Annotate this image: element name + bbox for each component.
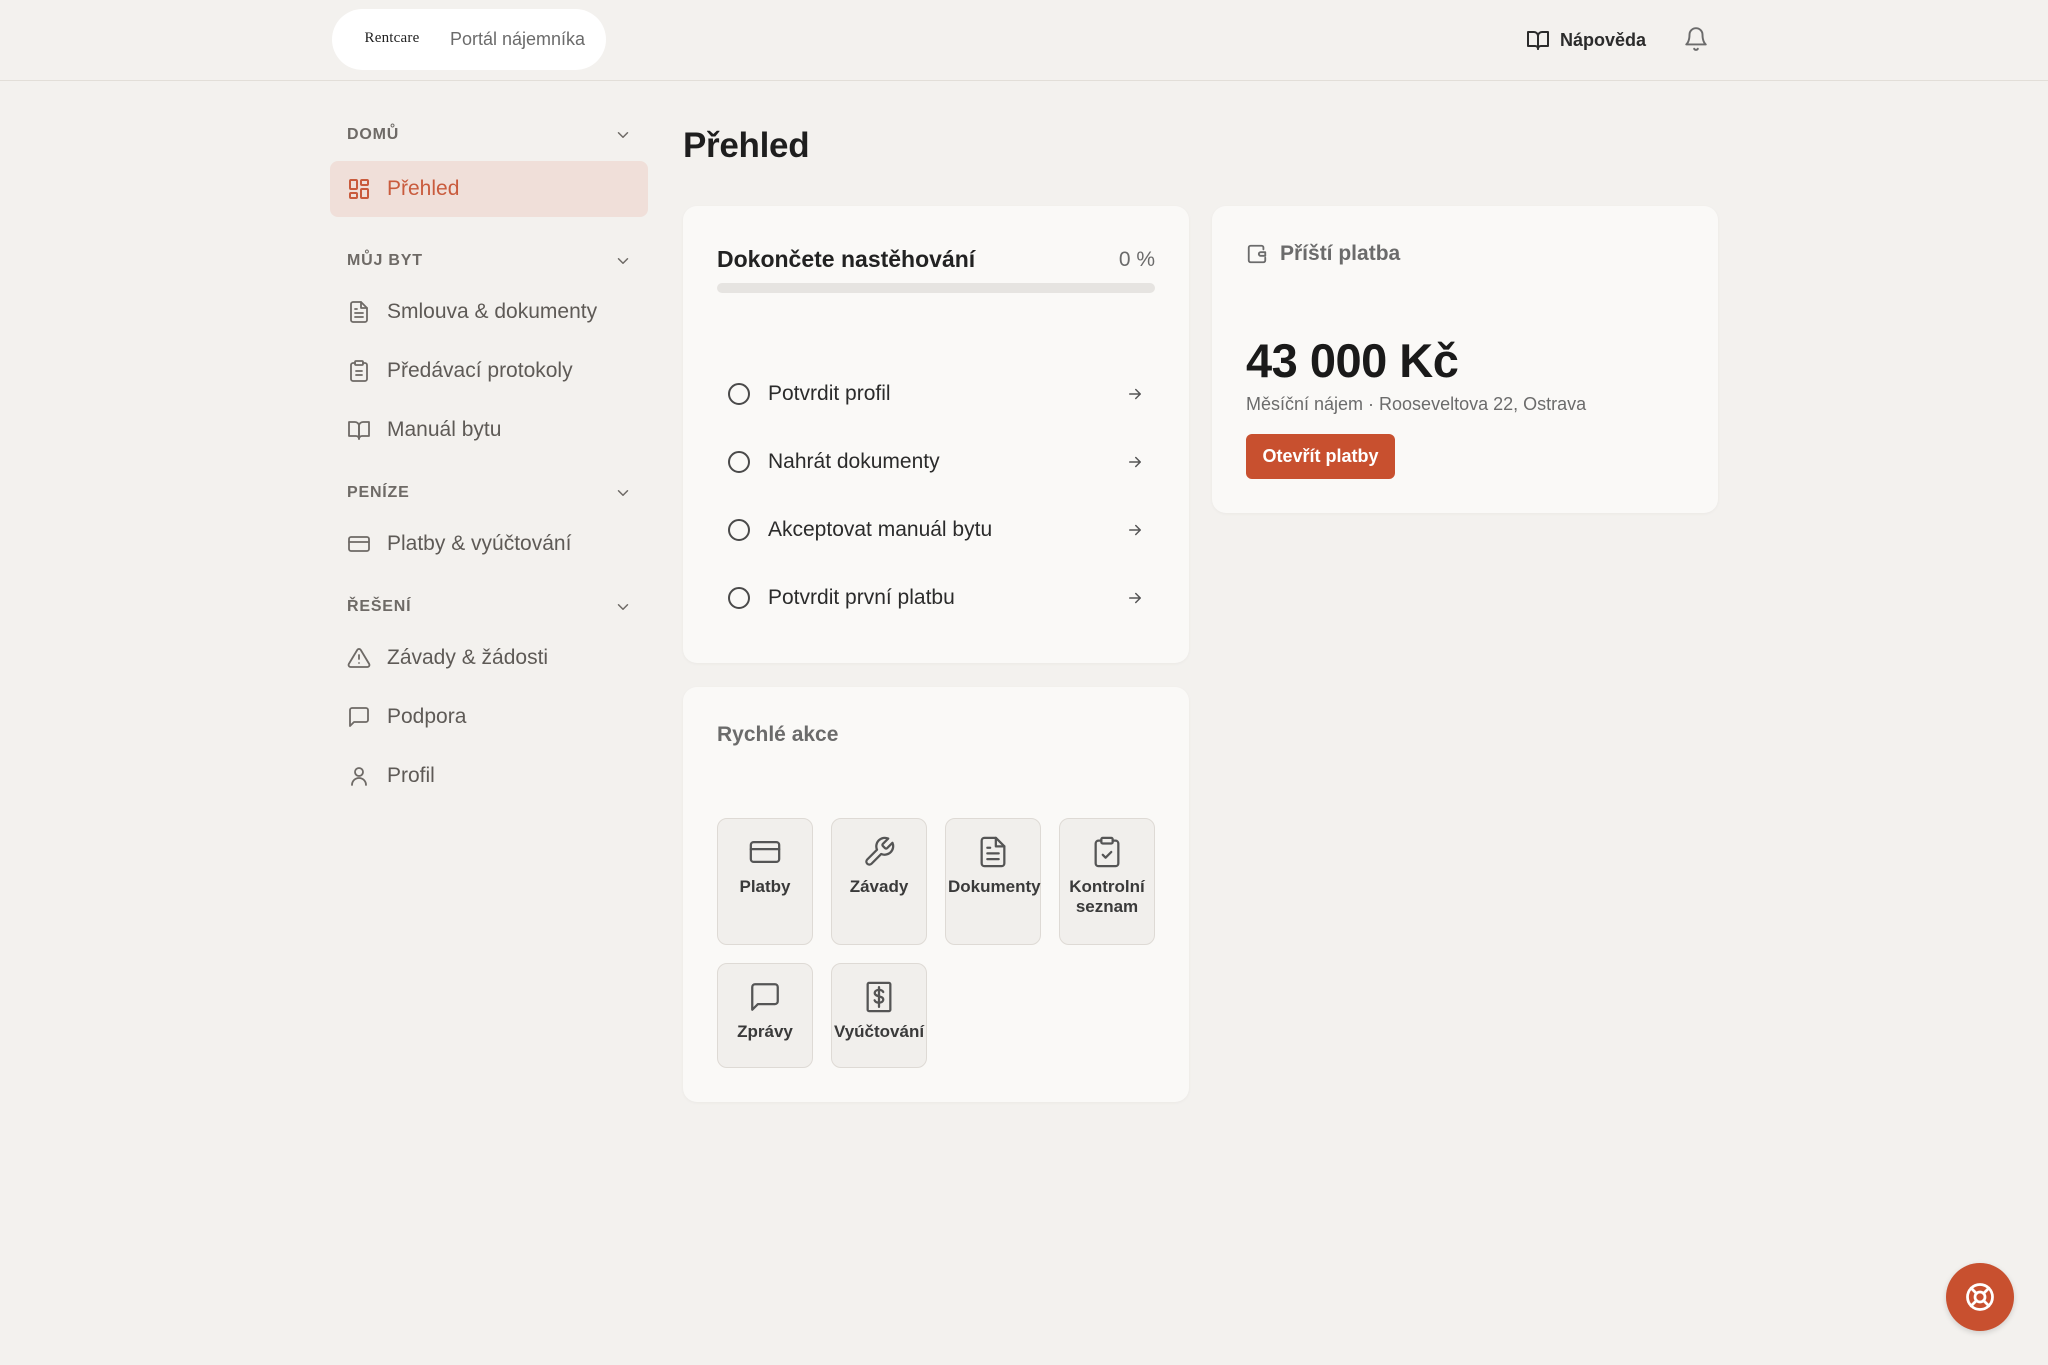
- payment-amount: 43 000 Kč: [1246, 334, 1459, 387]
- sidebar-item-predavaci-protokoly[interactable]: Předávací protokoly: [330, 343, 648, 399]
- clipboard-check-icon: [1090, 835, 1124, 869]
- quick-actions-title: Rychlé akce: [717, 723, 839, 746]
- sidebar-item-platby[interactable]: Platby & vyúčtování: [330, 516, 648, 572]
- task-radio[interactable]: [728, 383, 750, 405]
- sidebar-item-zavady[interactable]: Závady & žádosti: [330, 630, 648, 686]
- message-square-icon: [347, 705, 371, 729]
- sidebar-item-manual-bytu[interactable]: Manuál bytu: [330, 402, 648, 458]
- quick-action-dokumenty[interactable]: Dokumenty: [945, 818, 1041, 945]
- onboarding-header: Dokončete nastěhování 0 %: [717, 246, 1155, 273]
- user-icon: [347, 764, 371, 788]
- onboarding-card: Dokončete nastěhování 0 % Potvrdit profi…: [683, 206, 1189, 663]
- dashboard-grid-icon: [347, 177, 371, 201]
- arrow-right-icon: [1126, 385, 1144, 403]
- task-label: Nahrát dokumenty: [768, 450, 940, 473]
- bell-icon[interactable]: [1683, 26, 1709, 52]
- quick-action-label: Dokumenty: [948, 877, 1041, 896]
- onboarding-task-list: Potvrdit profil Nahrát dokumenty Akcepto…: [717, 360, 1155, 632]
- help-label: Nápověda: [1560, 29, 1647, 50]
- task-label: Potvrdit profil: [768, 382, 891, 405]
- chevron-down-icon: [614, 598, 632, 616]
- warning-triangle-icon: [347, 646, 371, 670]
- top-bar: Rentcare Portál nájemníka Nápověda: [0, 0, 2048, 81]
- credit-card-icon: [347, 532, 371, 556]
- quick-action-label: Zprávy: [737, 1022, 793, 1041]
- sidebar-item-profil[interactable]: Profil: [330, 748, 648, 804]
- next-payment-header: Příští platba: [1246, 242, 1400, 266]
- sidebar-item-label: Závady & žádosti: [387, 646, 549, 669]
- quick-action-label: Závady: [849, 877, 909, 896]
- task-label: Akceptovat manuál bytu: [768, 518, 993, 541]
- arrow-right-icon: [1126, 453, 1144, 471]
- quick-action-zavady[interactable]: Závady: [831, 818, 927, 945]
- onboarding-title: Dokončete nastěhování: [717, 246, 976, 272]
- book-open-icon: [1526, 28, 1550, 52]
- sidebar-item-label: Platby & vyúčtování: [387, 532, 572, 555]
- page-title: Přehled: [683, 126, 810, 165]
- chevron-down-icon: [614, 252, 632, 270]
- receipt-dollar-icon: [862, 980, 896, 1014]
- brand-pill[interactable]: Rentcare Portál nájemníka: [332, 9, 606, 70]
- book-open-icon: [347, 418, 371, 442]
- task-nahrat-dokumenty[interactable]: Nahrát dokumenty: [717, 428, 1155, 496]
- sidebar-item-smlouva[interactable]: Smlouva & dokumenty: [330, 284, 648, 340]
- sidebar-item-label: Manuál bytu: [387, 418, 502, 441]
- quick-action-label: Platby: [739, 877, 791, 896]
- onboarding-progress-label: 0 %: [1118, 247, 1155, 271]
- task-radio[interactable]: [728, 451, 750, 473]
- task-label: Potvrdit první platbu: [768, 586, 955, 609]
- wallet-icon: [1246, 243, 1268, 265]
- sidebar-item-label: Předávací protokoly: [387, 359, 573, 382]
- task-akceptovat-manual[interactable]: Akceptovat manuál bytu: [717, 496, 1155, 564]
- sidebar-item-prehled[interactable]: Přehled: [330, 161, 648, 217]
- help-link[interactable]: Nápověda: [1526, 26, 1646, 54]
- support-fab[interactable]: [1946, 1263, 2014, 1331]
- task-radio[interactable]: [728, 519, 750, 541]
- next-payment-title: Příští platba: [1280, 242, 1401, 265]
- section-header-muj-byt[interactable]: MŮJ BYT: [330, 244, 648, 278]
- sidebar: DOMŮ Přehled MŮJ BYT Smlouva & dokumenty…: [330, 118, 648, 807]
- sidebar-item-label: Smlouva & dokumenty: [387, 300, 598, 323]
- quick-action-kontrolni-seznam[interactable]: Kontrolní seznam: [1059, 818, 1155, 945]
- open-payments-button[interactable]: Otevřít platby: [1246, 434, 1395, 479]
- sidebar-item-label: Podpora: [387, 705, 467, 728]
- sidebar-item-label: Přehled: [387, 177, 460, 200]
- credit-card-icon: [748, 835, 782, 869]
- message-square-icon: [748, 980, 782, 1014]
- task-potvrdit-profil[interactable]: Potvrdit profil: [717, 360, 1155, 428]
- portal-name: Portál nájemníka: [450, 29, 586, 49]
- quick-action-vyuctovani[interactable]: Vyúčtování: [831, 963, 927, 1068]
- section-header-penize[interactable]: PENÍZE: [330, 476, 648, 510]
- quick-actions-card: Rychlé akce Platby Závady Dokumenty Kont…: [683, 687, 1189, 1102]
- quick-action-label: Kontrolní seznam: [1069, 877, 1145, 917]
- lifebuoy-icon: [1965, 1282, 1995, 1312]
- file-text-icon: [976, 835, 1010, 869]
- file-text-icon: [347, 300, 371, 324]
- chevron-down-icon: [614, 484, 632, 502]
- wrench-icon: [862, 835, 896, 869]
- task-radio[interactable]: [728, 587, 750, 609]
- onboarding-progress-bar: [717, 283, 1155, 293]
- quick-action-zpravy[interactable]: Zprávy: [717, 963, 813, 1068]
- chevron-down-icon: [614, 126, 632, 144]
- section-header-domu[interactable]: DOMŮ: [330, 118, 648, 152]
- arrow-right-icon: [1126, 589, 1144, 607]
- clipboard-icon: [347, 359, 371, 383]
- sidebar-item-podpora[interactable]: Podpora: [330, 689, 648, 745]
- quick-action-label: Vyúčtování: [834, 1022, 925, 1041]
- rentcare-logo: Rentcare: [364, 30, 420, 46]
- quick-action-platby[interactable]: Platby: [717, 818, 813, 945]
- section-header-reseni[interactable]: ŘEŠENÍ: [330, 590, 648, 624]
- task-potvrdit-platbu[interactable]: Potvrdit první platbu: [717, 564, 1155, 632]
- next-payment-card: Příští platba 43 000 Kč Měsíční nájem · …: [1212, 206, 1718, 513]
- sidebar-item-label: Profil: [387, 764, 435, 787]
- payment-description: Měsíční nájem · Rooseveltova 22, Ostrava: [1246, 394, 1587, 414]
- arrow-right-icon: [1126, 521, 1144, 539]
